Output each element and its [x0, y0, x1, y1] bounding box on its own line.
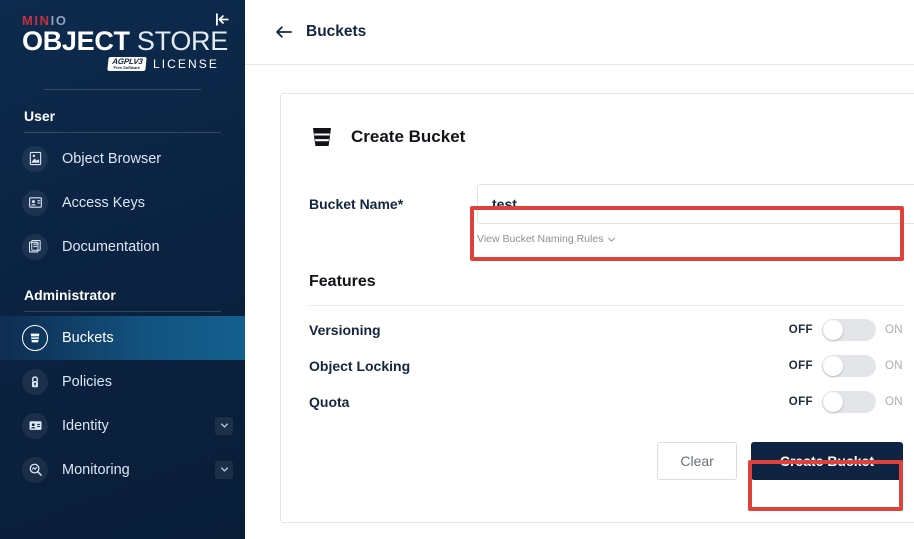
sidebar-item-buckets[interactable]: Buckets [0, 316, 245, 360]
object-browser-icon [22, 146, 48, 172]
feature-row-quota: Quota OFF ON [309, 384, 903, 420]
sidebar-item-label: Object Browser [62, 151, 161, 167]
card-title: Create Bucket [351, 127, 465, 147]
sidebar-item-access-keys[interactable]: Access Keys [0, 181, 245, 225]
sidebar-item-object-browser[interactable]: Object Browser [0, 137, 245, 181]
brand-block: MINIO OBJECT STORE AGPLV3 Free Software … [0, 0, 245, 90]
toggle-on-label: ON [885, 360, 903, 372]
object-word: OBJECT [22, 26, 130, 56]
sidebar-item-policies[interactable]: Policies [0, 360, 245, 404]
sidebar-item-label: Access Keys [62, 195, 145, 211]
agpl-badge-main: AGPLV3 [111, 57, 142, 66]
create-bucket-button[interactable]: Create Bucket [751, 442, 903, 480]
bucket-name-label: Bucket Name* [309, 184, 477, 212]
card-actions: Clear Create Bucket [309, 442, 903, 480]
toggle-on-label: ON [885, 396, 903, 408]
toggle-off-label: OFF [789, 360, 813, 372]
page-title: Buckets [306, 23, 366, 41]
toggle-knob [823, 320, 843, 340]
license-row: AGPLV3 Free Software LICENSE [22, 57, 223, 71]
toggle-off-label: OFF [789, 324, 813, 336]
sidebar: MINIO OBJECT STORE AGPLV3 Free Software … [0, 0, 245, 539]
bucket-name-row: Bucket Name* View Bucket Naming Rules [309, 184, 914, 247]
toggle-knob [823, 392, 843, 412]
clear-button[interactable]: Clear [657, 442, 736, 480]
chevron-down-icon [607, 235, 616, 244]
object-locking-toggle-group: OFF ON [789, 355, 903, 377]
agpl-badge-icon: AGPLV3 Free Software [107, 57, 147, 71]
sidebar-item-label: Monitoring [62, 462, 130, 478]
feature-row-object-locking: Object Locking OFF ON [309, 348, 903, 384]
feature-label: Quota [309, 394, 349, 410]
create-bucket-card: Create Bucket Bucket Name* View Bucket N… [280, 93, 914, 523]
versioning-toggle[interactable] [822, 319, 876, 341]
feature-label: Object Locking [309, 358, 410, 374]
agpl-badge-sub: Free Software [111, 66, 142, 70]
sidebar-item-identity[interactable]: Identity [0, 404, 245, 448]
sidebar-section-user-divider [24, 132, 221, 133]
main-content: Buckets Create Bucket Bucket Name* [245, 0, 914, 539]
object-store-title: OBJECT STORE [22, 28, 223, 56]
sidebar-item-label: Policies [62, 374, 112, 390]
sidebar-item-monitoring[interactable]: Monitoring [0, 448, 245, 492]
collapse-sidebar-icon[interactable] [211, 8, 233, 30]
sidebar-section-administrator-label: Administrator [0, 269, 245, 311]
app-root: MINIO OBJECT STORE AGPLV3 Free Software … [0, 0, 914, 539]
toggle-off-label: OFF [789, 396, 813, 408]
feature-label: Versioning [309, 322, 381, 338]
sidebar-item-label: Documentation [62, 239, 160, 255]
bucket-name-input-wrap: View Bucket Naming Rules [477, 184, 914, 247]
documentation-icon [22, 234, 48, 260]
object-locking-toggle[interactable] [822, 355, 876, 377]
features-divider [309, 305, 903, 306]
view-bucket-naming-rules-link[interactable]: View Bucket Naming Rules [477, 233, 616, 245]
content-area: Create Bucket Bucket Name* View Bucket N… [245, 65, 914, 539]
naming-rules-label: View Bucket Naming Rules [477, 233, 603, 245]
back-arrow-icon[interactable] [275, 25, 292, 39]
sidebar-section-user-label: User [0, 90, 245, 132]
feature-row-versioning: Versioning OFF ON [309, 312, 903, 348]
quota-toggle[interactable] [822, 391, 876, 413]
license-label: LICENSE [153, 57, 219, 71]
chevron-down-icon[interactable] [215, 417, 233, 435]
card-header: Create Bucket [309, 124, 914, 150]
bucket-name-input[interactable] [477, 184, 914, 224]
sidebar-item-label: Identity [62, 418, 109, 434]
access-keys-icon [22, 190, 48, 216]
versioning-toggle-group: OFF ON [789, 319, 903, 341]
bucket-icon [309, 124, 335, 150]
sidebar-item-label: Buckets [62, 330, 114, 346]
features-title: Features [309, 273, 914, 291]
identity-card-icon [22, 413, 48, 439]
quota-toggle-group: OFF ON [789, 391, 903, 413]
sidebar-section-administrator-divider [24, 311, 221, 312]
chevron-down-icon[interactable] [215, 461, 233, 479]
brand-divider [44, 89, 201, 90]
toggle-on-label: ON [885, 324, 903, 336]
store-word: STORE [137, 26, 228, 56]
topbar: Buckets [245, 0, 914, 65]
bucket-icon [22, 325, 48, 351]
policies-lock-icon [22, 369, 48, 395]
monitoring-search-icon [22, 457, 48, 483]
toggle-knob [823, 356, 843, 376]
sidebar-item-documentation[interactable]: Documentation [0, 225, 245, 269]
